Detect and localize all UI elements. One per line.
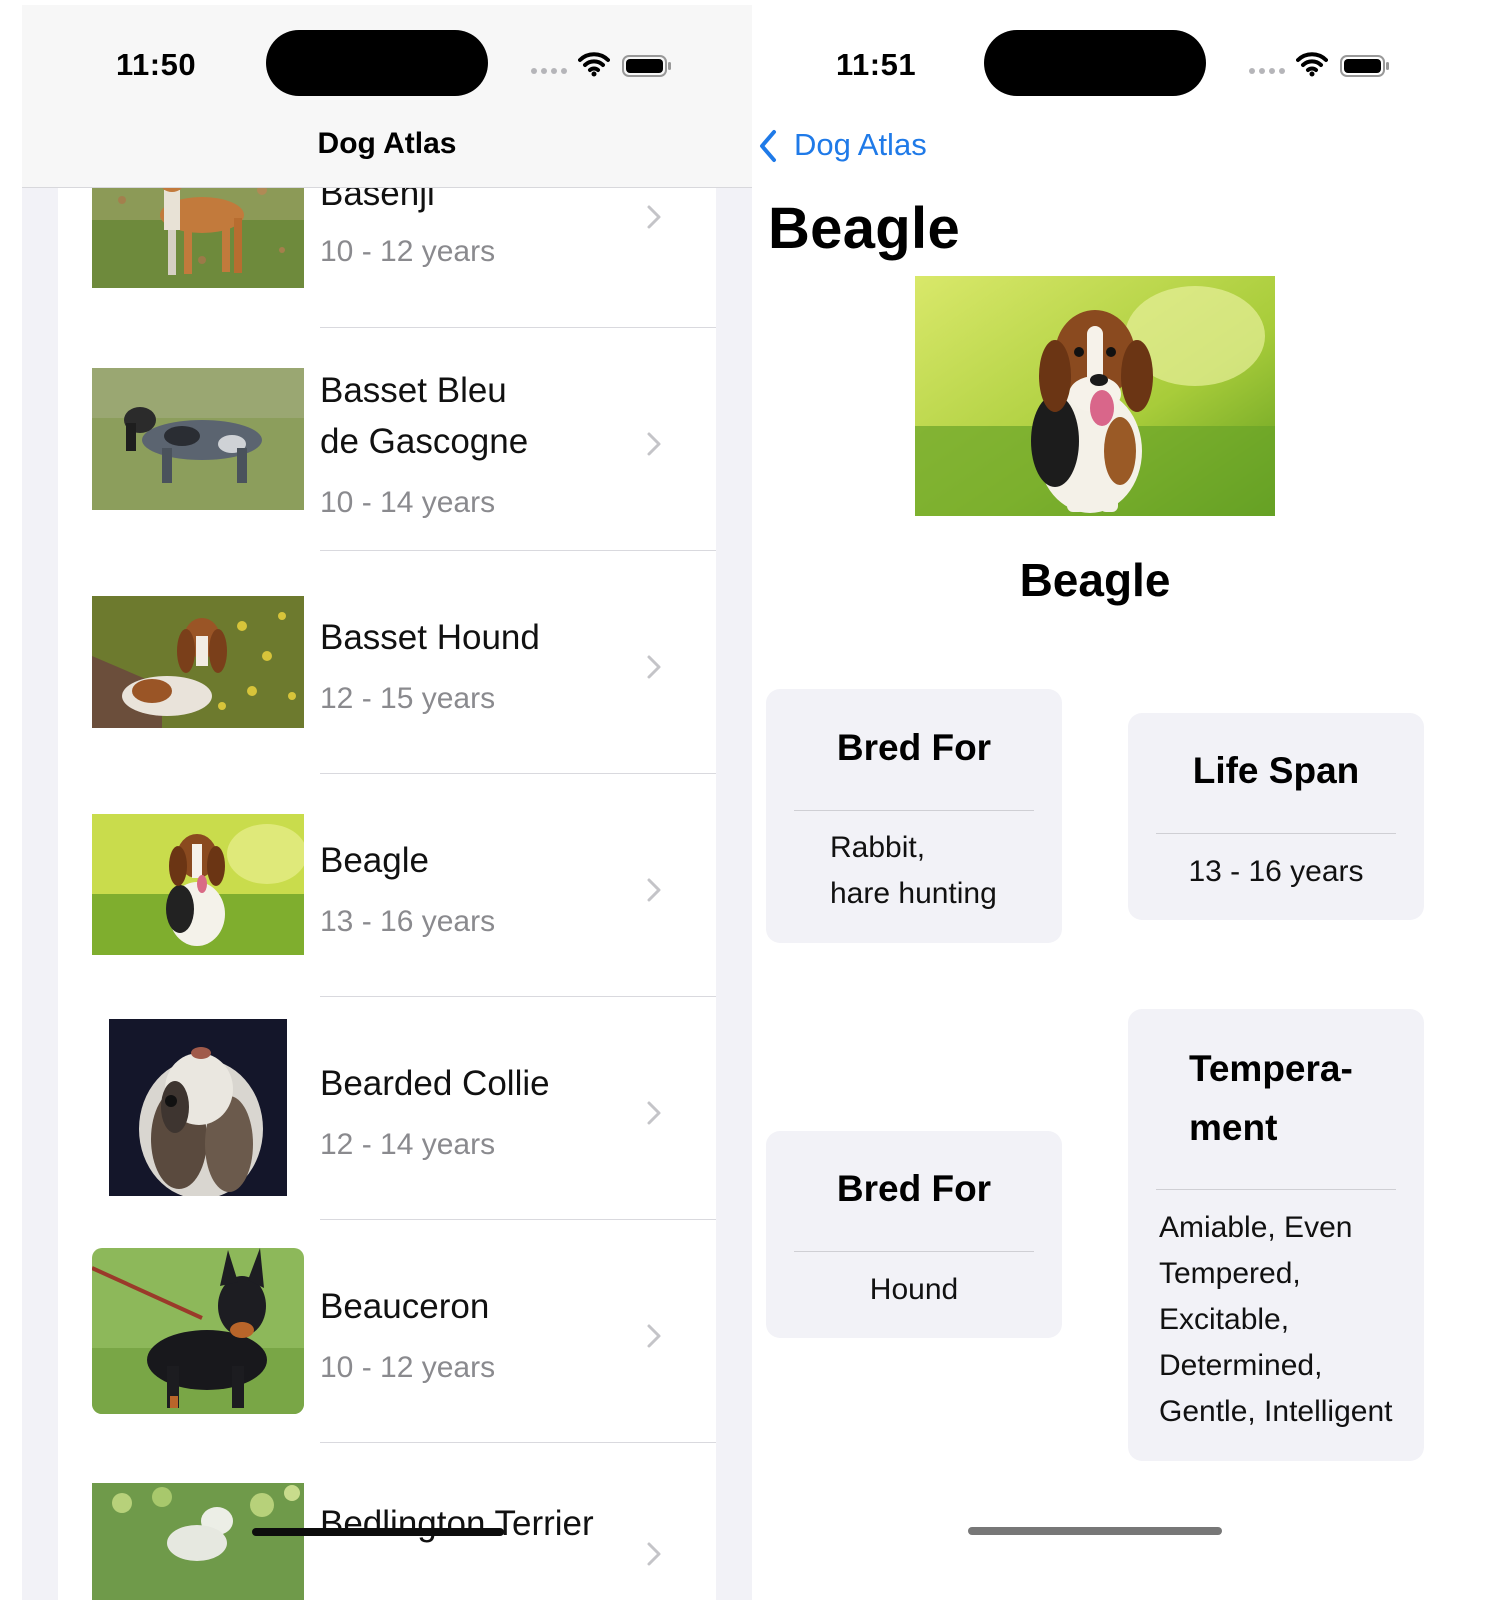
list-item-bearded-collie[interactable]: Bearded Collie 12 - 14 years xyxy=(58,997,716,1220)
basset-hound-photo xyxy=(92,596,304,728)
chevron-right-icon xyxy=(647,1324,661,1348)
chevron-right-icon xyxy=(647,205,661,229)
breed-life-span: 10 - 12 years xyxy=(320,235,496,268)
temperament-line: Tempered, xyxy=(1159,1257,1301,1290)
breed-list: Basenji 10 - 12 years Basset Bleu de Gas… xyxy=(58,5,716,1600)
wifi-icon xyxy=(578,52,610,77)
breed-list-screen: Basenji 10 - 12 years Basset Bleu de Gas… xyxy=(22,5,752,1600)
bedlington-terrier-photo xyxy=(92,1483,304,1600)
card-value: 13 - 16 years xyxy=(1188,855,1364,888)
list-item-beauceron[interactable]: Beauceron 10 - 12 years xyxy=(58,1220,716,1443)
beagle-thumb-photo xyxy=(92,814,304,955)
chevron-right-icon xyxy=(647,1542,661,1566)
breed-name: Beagle xyxy=(320,841,429,880)
card-divider xyxy=(794,1251,1034,1252)
battery-icon xyxy=(1340,55,1389,77)
breed-group-card: Bred For Hound xyxy=(766,1131,1062,1338)
list-item-beagle[interactable]: Beagle 13 - 16 years xyxy=(58,774,716,997)
card-value-line1: Rabbit, xyxy=(830,831,926,864)
temperament-line: Amiable, Even xyxy=(1159,1211,1353,1244)
card-title: Bred For xyxy=(836,1168,992,1209)
breed-name: Bearded Collie xyxy=(320,1064,550,1103)
basset-bleu-photo xyxy=(92,368,304,510)
page-title: Beagle xyxy=(768,196,960,261)
card-title: Life Span xyxy=(1192,750,1360,791)
battery-icon xyxy=(622,55,671,77)
breed-detail-screen: 11:51 Dog Atlas Beagle Beagle Bred For R… xyxy=(752,5,1452,1600)
chevron-right-icon xyxy=(647,1101,661,1125)
card-title: Bred For xyxy=(836,727,992,768)
bearded-collie-photo xyxy=(109,1019,287,1196)
nav-title: Dog Atlas xyxy=(317,127,457,160)
beauceron-photo xyxy=(92,1248,304,1414)
list-item-basset-bleu-de-gascogne[interactable]: Basset Bleu de Gascogne 10 - 14 years xyxy=(58,328,716,551)
breed-name-line2: de Gascogne xyxy=(320,422,529,461)
status-time: 11:50 xyxy=(116,47,197,82)
temperament-line: Determined, xyxy=(1159,1349,1323,1382)
life-span-card: Life Span 13 - 16 years xyxy=(1128,713,1424,920)
back-button[interactable]: Dog Atlas xyxy=(794,127,927,163)
chevron-right-icon xyxy=(647,432,661,456)
list-item-basset-hound[interactable]: Basset Hound 12 - 15 years xyxy=(58,551,716,774)
home-indicator xyxy=(968,1527,1222,1535)
breed-name: Basset Hound xyxy=(320,618,540,657)
dynamic-island xyxy=(266,30,488,96)
breed-life-span: 10 - 14 years xyxy=(320,486,496,519)
breed-life-span: 10 - 12 years xyxy=(320,1351,496,1384)
card-value: Hound xyxy=(869,1273,959,1306)
card-value-line2: hare hunting xyxy=(830,877,997,910)
back-chevron-icon[interactable] xyxy=(758,129,778,163)
chevron-right-icon xyxy=(647,878,661,902)
navigation-bar: 11:50 Dog Atlas xyxy=(22,5,752,188)
card-divider xyxy=(1156,1189,1396,1190)
breed-name: Beauceron xyxy=(320,1287,490,1326)
chevron-right-icon xyxy=(647,655,661,679)
home-indicator xyxy=(252,1528,504,1536)
card-title-line2: ment xyxy=(1189,1107,1278,1148)
card-divider xyxy=(794,810,1034,811)
breed-name: Bedlington Terrier xyxy=(320,1504,594,1543)
temperament-line: Gentle, Intelligent xyxy=(1159,1395,1393,1428)
status-time: 11:51 xyxy=(836,47,917,82)
temperament-line: Excitable, xyxy=(1159,1303,1290,1336)
breed-life-span: 12 - 14 years xyxy=(320,1128,496,1161)
breed-name: Basset Bleu xyxy=(320,371,507,410)
card-title-line1: Tempera- xyxy=(1189,1048,1353,1089)
beagle-photo xyxy=(915,276,1275,516)
breed-name-heading: Beagle xyxy=(1019,554,1171,606)
cellular-signal-icon xyxy=(1249,68,1285,74)
dynamic-island xyxy=(984,30,1206,96)
wifi-icon xyxy=(1296,52,1328,77)
list-item-bedlington-terrier[interactable]: Bedlington Terrier xyxy=(58,1443,716,1600)
bred-for-card: Bred For Rabbit, hare hunting xyxy=(766,689,1062,943)
temperament-card: Tempera- ment Amiable, Even Tempered, Ex… xyxy=(1128,1009,1424,1461)
breed-life-span: 13 - 16 years xyxy=(320,905,496,938)
cellular-signal-icon xyxy=(531,68,567,74)
breed-life-span: 12 - 15 years xyxy=(320,682,496,715)
card-divider xyxy=(1156,833,1396,834)
